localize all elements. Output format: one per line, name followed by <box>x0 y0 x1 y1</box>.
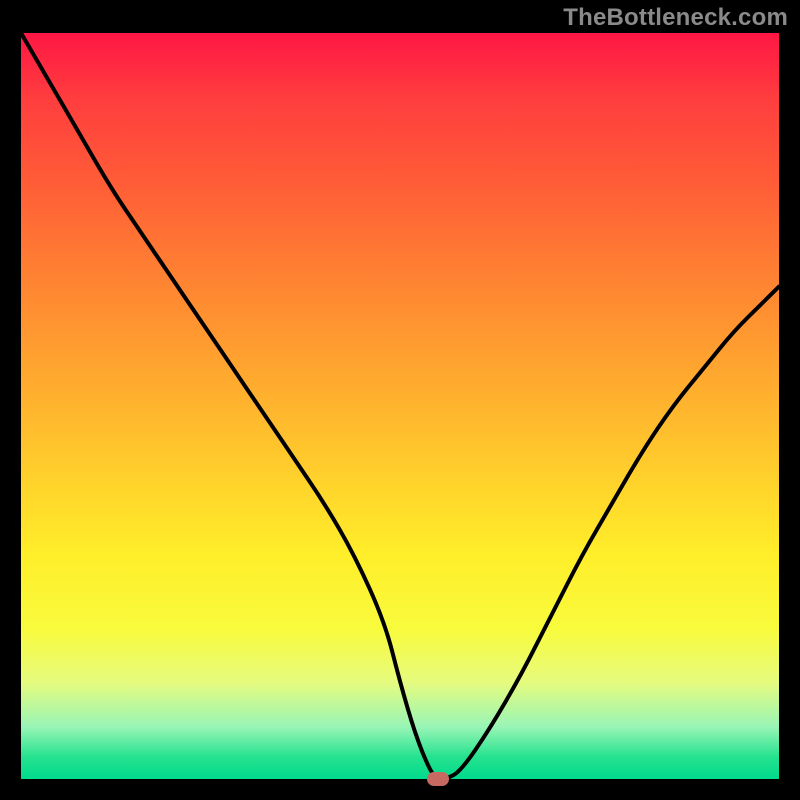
bottleneck-curve <box>21 33 779 779</box>
attribution-text: TheBottleneck.com <box>563 4 788 32</box>
chart-frame: TheBottleneck.com <box>0 0 800 800</box>
minimum-marker <box>427 772 449 786</box>
plot-area <box>21 33 779 779</box>
curve-path <box>21 33 779 779</box>
